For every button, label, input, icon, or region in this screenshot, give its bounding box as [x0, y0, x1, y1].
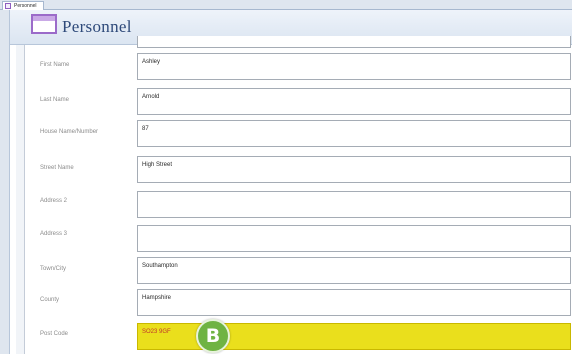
street-name-input[interactable]: High Street — [137, 156, 571, 183]
last-name-label: Last Name — [40, 97, 70, 103]
town-city-input[interactable]: Southampton — [137, 257, 571, 284]
address-3-label: Address 3 — [40, 231, 68, 237]
house-name-number-input[interactable]: 87 — [137, 120, 571, 147]
town-city-label: Town/City — [40, 266, 67, 272]
address-3-input[interactable] — [137, 225, 571, 252]
callout-badge: B — [196, 319, 230, 353]
previous-field-input[interactable] — [137, 36, 571, 48]
navigation-rail — [0, 10, 10, 354]
house-name-number-label: House Name/Number — [40, 129, 99, 135]
address-2-input[interactable] — [137, 191, 571, 218]
tab-label: Personnel — [14, 3, 37, 9]
tab-personnel[interactable]: Personnel — [2, 1, 44, 10]
form-icon — [31, 14, 57, 34]
street-name-label: Street Name — [40, 165, 74, 171]
form-icon — [5, 3, 11, 9]
document-tab-strip: Personnel — [0, 0, 572, 10]
form-title: Personnel — [62, 17, 132, 36]
record-selector[interactable] — [16, 45, 25, 354]
county-label: County — [40, 297, 60, 303]
last-name-input[interactable]: Arnold — [137, 88, 571, 115]
address-2-label: Address 2 — [40, 198, 68, 204]
first-name-input[interactable]: Ashley — [137, 53, 571, 80]
first-name-label: First Name — [40, 62, 70, 68]
post-code-label: Post Code — [40, 331, 69, 337]
county-input[interactable]: Hampshire — [137, 289, 571, 316]
